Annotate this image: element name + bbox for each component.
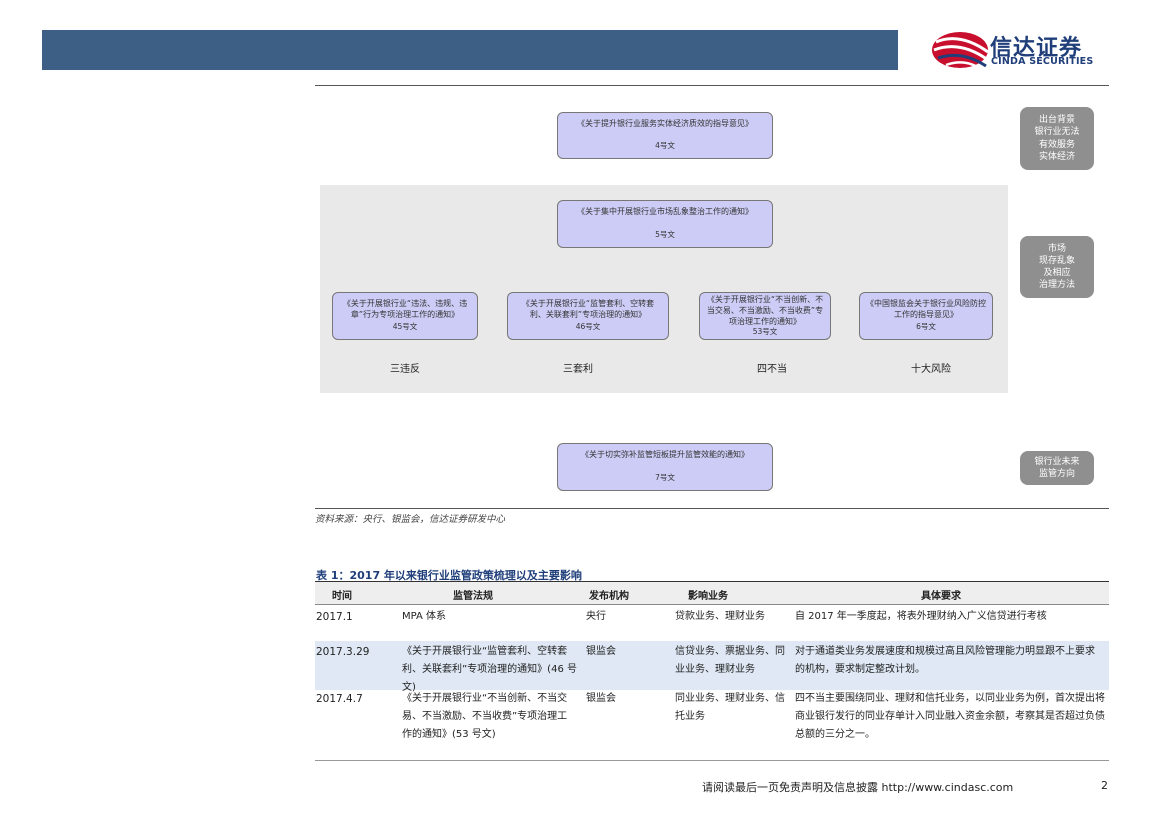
sub-policy-title: 《中国银监会关于银行业风险防控工作的指导意见》: [866, 299, 986, 319]
cell-date: 2017.3.29: [316, 646, 370, 658]
cell-business: 信贷业务、票据业务、同业业务、理财业务: [675, 646, 785, 675]
table-header-cell: 监管法规: [453, 591, 493, 602]
cell-date: 2017.1: [316, 611, 353, 623]
cell-requirement: 自 2017 年一季度起，将表外理财纳入广义信贷进行考核: [795, 611, 1047, 622]
table-header-cell: 影响业务: [688, 591, 728, 602]
sub-policy-node-6: 《中国银监会关于银行业风险防控工作的指导意见》 6号文: [859, 292, 993, 340]
cell-requirement: 对于通道类业务发展速度和规模过高且风险管理能力明显跟不上要求的机构，要求制定整改…: [795, 646, 1095, 675]
cell-requirement: 四不当主要围绕同业、理财和信托业务，以同业业务为例，首次提出将商业银行发行的同业…: [795, 693, 1105, 740]
sub-policy-title: 《关于开展银行业“不当创新、不当交易、不当激励、不当收费”专项治理工作的通知》: [706, 295, 824, 326]
sub-policy-doc: 46号文: [575, 321, 601, 331]
cell-regulation: MPA 体系: [402, 611, 447, 622]
cell-regulation: 《关于开展银行业“监管套利、空转套利、关联套利”专项治理的通知》(46 号文): [402, 646, 577, 693]
sub-policy-doc: 45号文: [392, 321, 418, 331]
middle-policy-doc: 5号文: [655, 229, 675, 239]
cell-business: 同业业务、理财业务、信托业务: [675, 693, 785, 722]
page-number: 2: [1101, 779, 1108, 792]
sub-policy-node-53: 《关于开展银行业“不当创新、不当交易、不当激励、不当收费”专项治理工作的通知》 …: [699, 292, 831, 340]
cell-issuer: 银监会: [586, 693, 616, 704]
bottom-policy-node: 《关于切实弥补监管短板提升监管效能的通知》 7号文: [557, 443, 773, 491]
sub-policy-doc: 53号文: [752, 327, 778, 337]
sub-policy-node-45: 《关于开展银行业“违法、违规、违章”行为专项治理工作的通知》 45号文: [332, 292, 478, 340]
middle-policy-title: 《关于集中开展银行业市场乱象整治工作的通知》: [577, 207, 753, 216]
cell-issuer: 银监会: [586, 646, 616, 657]
cell-business: 贷款业务、理财业务: [675, 611, 765, 622]
category-label: 三套利: [563, 364, 593, 375]
table-header-cell: 时间: [332, 591, 352, 602]
source-rule: [315, 508, 1109, 509]
side-label-direction: 银行业未来 监管方向: [1020, 451, 1094, 485]
table-bottom-rule: [315, 760, 1109, 761]
sub-policy-doc: 6号文: [916, 321, 936, 331]
middle-policy-node: 《关于集中开展银行业市场乱象整治工作的通知》 5号文: [557, 200, 773, 248]
cell-regulation: 《关于开展银行业“不当创新、不当交易、不当激励、不当收费”专项治理工作的通知》(…: [402, 693, 568, 740]
sub-policy-node-46: 《关于开展银行业“监管套利、空转套利、关联套利”专项治理的通知》 46号文: [507, 292, 669, 340]
bottom-policy-title: 《关于切实弥补监管短板提升监管效能的通知》: [581, 450, 749, 459]
top-policy-title: 《关于提升银行业服务实体经济质效的指导意见》: [577, 119, 753, 128]
cell-date: 2017.4.7: [316, 693, 363, 705]
bottom-policy-doc: 7号文: [655, 472, 675, 482]
category-label: 四不当: [757, 364, 787, 375]
footer-disclaimer: 请阅读最后一页免责声明及信息披露 http://www.cindasc.com: [702, 781, 1014, 794]
source-note: 资料来源：央行、银监会，信达证券研发中心: [315, 514, 506, 525]
top-policy-node: 《关于提升银行业服务实体经济质效的指导意见》 4号文: [557, 112, 773, 159]
table-header-cell: 发布机构: [589, 591, 629, 602]
category-label: 十大风险: [911, 364, 951, 375]
category-label: 三违反: [390, 364, 420, 375]
table-header-cell: 具体要求: [921, 591, 961, 602]
top-policy-doc: 4号文: [655, 140, 675, 150]
cell-issuer: 央行: [586, 611, 606, 622]
side-label-issues: 市场 现存乱象 及相应 治理方法: [1020, 236, 1094, 298]
sub-policy-title: 《关于开展银行业“违法、违规、违章”行为专项治理工作的通知》: [342, 299, 468, 319]
sub-policy-title: 《关于开展银行业“监管套利、空转套利、关联套利”专项治理的通知》: [521, 299, 655, 319]
side-label-background: 出台背景 银行业无法 有效服务 实体经济: [1020, 107, 1094, 170]
